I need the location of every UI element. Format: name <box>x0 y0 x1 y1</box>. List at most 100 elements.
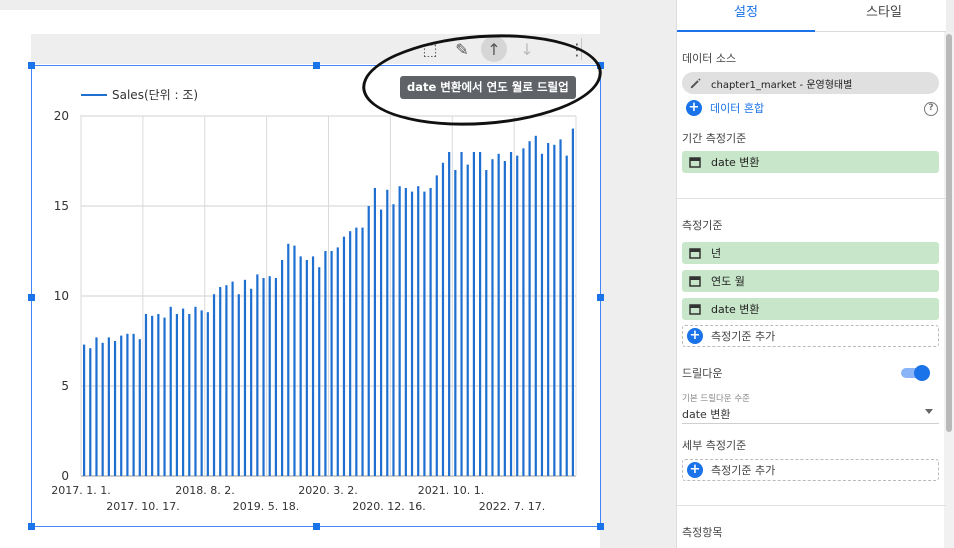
tab-style[interactable]: 스타일 <box>815 0 953 32</box>
bar <box>107 337 110 476</box>
dimension-chip-label: 년 <box>711 247 722 260</box>
y-tick-label: 15 <box>54 199 69 213</box>
add-dimension-label: 측정기준 추가 <box>711 330 776 343</box>
bar <box>151 315 154 476</box>
bar <box>280 260 284 476</box>
bar <box>138 339 141 476</box>
data-source-value: chapter1_market - 운영형태별 <box>711 79 853 91</box>
data-source-label: 데이터 소스 <box>682 52 737 65</box>
bar <box>379 209 383 476</box>
bar <box>435 175 438 476</box>
bar <box>212 294 216 476</box>
dropdown-arrow-icon[interactable] <box>925 409 933 414</box>
x-tick-label: 2017. 1. 1. <box>51 484 110 497</box>
bar <box>243 279 247 476</box>
dimension-chip-year-month[interactable]: 연도 월 <box>682 270 939 292</box>
bar <box>466 164 469 476</box>
default-drill-level-label: 기본 드릴다운 수준 <box>682 394 750 404</box>
bar <box>516 155 519 476</box>
bar <box>410 191 414 476</box>
calendar-icon <box>687 301 703 317</box>
bar <box>318 267 321 476</box>
bar <box>120 335 123 476</box>
bar <box>497 153 500 477</box>
bar <box>565 155 568 476</box>
bar <box>175 314 179 476</box>
drilldown-toggle[interactable] <box>901 365 930 381</box>
bar <box>398 186 401 476</box>
add-breakdown-button[interactable]: + 측정기준 추가 <box>682 459 939 481</box>
bar <box>299 256 302 476</box>
bar <box>355 227 358 476</box>
bar <box>181 308 185 476</box>
bar <box>132 333 135 476</box>
tab-setup[interactable]: 설정 <box>677 0 815 32</box>
bar <box>367 206 370 476</box>
bar <box>553 144 556 477</box>
date-range-dimension-chip[interactable]: date 변환 <box>682 151 939 173</box>
dimension-chip-label: date 변환 <box>711 303 760 316</box>
x-tick-label: 2022. 7. 17. <box>479 500 545 513</box>
y-tick-label: 0 <box>61 469 69 483</box>
bar <box>509 152 513 476</box>
bar <box>250 288 253 476</box>
bar <box>534 135 537 477</box>
bar <box>324 251 327 476</box>
add-icon: + <box>687 462 703 478</box>
bar <box>540 153 544 477</box>
y-tick-label: 10 <box>54 289 69 303</box>
bar <box>547 143 550 476</box>
blend-data-link[interactable]: + 데이터 혼합 <box>682 98 764 118</box>
metric-label: 측정항목 <box>682 526 723 539</box>
panel-tabs: 설정 스타일 <box>677 0 946 32</box>
bar <box>528 141 531 476</box>
bar <box>448 152 451 476</box>
pencil-icon[interactable] <box>687 75 703 91</box>
dimension-chip-year[interactable]: 년 <box>682 242 939 264</box>
default-drill-level-select[interactable]: date 변환 <box>682 406 731 422</box>
bar <box>225 285 228 476</box>
toggle-knob <box>914 365 930 381</box>
date-range-dimension-value: date 변환 <box>711 156 760 169</box>
bar <box>163 317 166 476</box>
bar <box>268 276 271 476</box>
bar <box>386 189 389 477</box>
bar <box>491 159 494 476</box>
bar <box>472 152 476 476</box>
bar <box>571 128 575 476</box>
help-icon[interactable]: ? <box>924 102 938 116</box>
bar <box>287 243 290 476</box>
x-tick-label: 2020. 3. 2. <box>298 484 357 497</box>
date-range-dimension-label: 기간 측정기준 <box>682 132 747 145</box>
x-tick-label: 2017. 10. 17. <box>106 500 179 513</box>
panel-scrollbar-thumb[interactable] <box>946 34 952 432</box>
dimension-chip-date[interactable]: date 변환 <box>682 298 939 320</box>
breakdown-dimension-label: 세부 측정기준 <box>682 439 747 452</box>
dimension-chip-label: 연도 월 <box>711 275 745 288</box>
calendar-icon <box>687 245 703 261</box>
bar <box>293 245 296 476</box>
add-dimension-button[interactable]: + 측정기준 추가 <box>682 325 939 347</box>
x-tick-label: 2021. 10. 1. <box>418 484 484 497</box>
dimension-label: 측정기준 <box>682 219 723 232</box>
bar <box>237 294 240 476</box>
data-source-chip[interactable]: chapter1_market - 운영형태별 <box>682 72 939 94</box>
bar <box>194 306 197 476</box>
bar <box>219 287 222 476</box>
bar <box>404 188 407 476</box>
bar <box>423 191 426 476</box>
bar <box>262 278 265 476</box>
bar <box>392 204 395 476</box>
bar <box>522 148 525 476</box>
bar <box>454 170 457 476</box>
add-breakdown-label: 측정기준 추가 <box>711 464 776 477</box>
bar <box>89 348 92 476</box>
bar <box>460 152 463 476</box>
y-tick-label: 20 <box>54 109 69 123</box>
bar <box>274 278 278 476</box>
bar <box>305 260 308 476</box>
bar <box>559 139 562 476</box>
section-divider <box>676 198 946 199</box>
x-tick-label: 2018. 8. 2. <box>175 484 234 497</box>
bar <box>82 344 86 476</box>
